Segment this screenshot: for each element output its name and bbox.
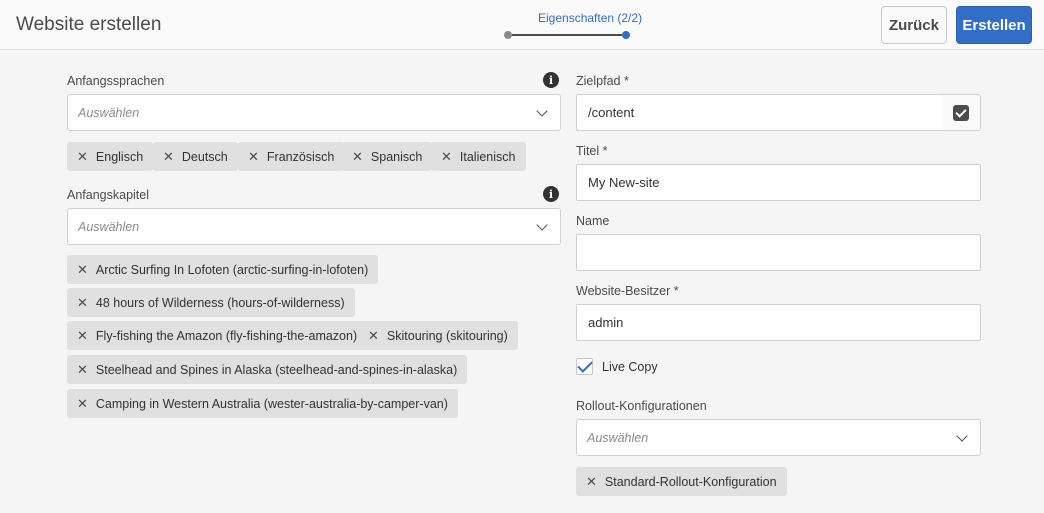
close-icon[interactable]: ✕ [441, 150, 452, 163]
page-title: Website erstellen [16, 14, 162, 35]
rollout-tag: ✕ Standard-Rollout-Konfiguration [576, 467, 787, 496]
rollout-label: Rollout-Konfigurationen [576, 399, 707, 413]
checkbox-icon [953, 104, 969, 121]
language-tag: ✕ Deutsch [153, 142, 238, 171]
chapters-label: Anfangskapitel [67, 188, 150, 202]
chapter-tag-label: Skitouring (skitouring) [386, 328, 508, 343]
rollout-tag-label: Standard-Rollout-Konfiguration [604, 474, 777, 489]
step-label: Eigenschaften (2/2) [538, 11, 643, 25]
language-tag: ✕ Englisch [67, 142, 154, 171]
language-tag-label: Französisch [266, 149, 335, 164]
chapters-select[interactable]: Auswählen [67, 208, 561, 245]
owner-field[interactable]: admin [576, 304, 981, 341]
close-icon[interactable]: ✕ [77, 150, 88, 163]
chapter-tag-label: 48 hours of Wilderness (hours-of-wildern… [95, 295, 345, 310]
language-tag-label: Italienisch [459, 149, 516, 164]
chapter-tag: ✕ Camping in Western Australia (wester-a… [67, 389, 458, 418]
wizard-stepper: Eigenschaften (2/2) [500, 8, 643, 44]
target-path-field[interactable]: /content [576, 94, 943, 131]
live-copy-label[interactable]: Live Copy [602, 360, 658, 374]
close-icon[interactable]: ✕ [77, 329, 88, 342]
language-tag-label: Englisch [95, 149, 144, 164]
step-progress-line [512, 34, 622, 36]
chevron-down-icon [536, 105, 548, 117]
language-tag: ✕ Italienisch [431, 142, 526, 171]
info-icon[interactable]: i [543, 186, 559, 202]
close-icon[interactable]: ✕ [586, 475, 597, 488]
chapter-tag: ✕ Skitouring (skitouring) [358, 321, 518, 350]
languages-select[interactable]: Auswählen [67, 94, 561, 131]
chapter-tag-label: Arctic Surfing In Lofoten (arctic-surfin… [95, 262, 369, 277]
create-button[interactable]: Erstellen [956, 6, 1032, 44]
chevron-down-icon [956, 430, 968, 442]
chapter-tag-label: Steelhead and Spines in Alaska (steelhea… [95, 362, 458, 377]
chapter-tag: ✕ Steelhead and Spines in Alaska (steelh… [67, 355, 468, 384]
chevron-down-icon [536, 219, 548, 231]
language-tag-label: Deutsch [181, 149, 228, 164]
name-label: Name [576, 214, 610, 228]
languages-label: Anfangssprachen [67, 74, 165, 88]
close-icon[interactable]: ✕ [163, 150, 174, 163]
chapter-tag: ✕ 48 hours of Wilderness (hours-of-wilde… [67, 288, 355, 317]
title-label: Titel * [576, 144, 608, 158]
step-2-dot[interactable] [622, 31, 630, 39]
languages-select-placeholder: Auswählen [78, 106, 140, 120]
header-bar: Website erstellen Eigenschaften (2/2) Zu… [0, 0, 1044, 50]
language-tag-label: Spanisch [370, 149, 423, 164]
close-icon[interactable]: ✕ [77, 363, 88, 376]
rollout-select-placeholder: Auswählen [587, 431, 649, 445]
close-icon[interactable]: ✕ [368, 329, 379, 342]
live-copy-checkbox[interactable] [576, 358, 593, 375]
language-tag: ✕ Spanisch [342, 142, 433, 171]
close-icon[interactable]: ✕ [77, 296, 88, 309]
target-path-label: Zielpfad * [576, 74, 629, 88]
chapters-select-placeholder: Auswählen [78, 220, 140, 234]
close-icon[interactable]: ✕ [77, 397, 88, 410]
title-field[interactable]: My New-site [576, 164, 981, 201]
name-field[interactable] [576, 234, 981, 271]
owner-label: Website-Besitzer * [576, 284, 679, 298]
back-button[interactable]: Zurück [881, 6, 947, 44]
rollout-select[interactable]: Auswählen [576, 419, 981, 456]
path-browser-button[interactable] [942, 94, 981, 131]
language-tag: ✕ Französisch [238, 142, 345, 171]
step-1-dot[interactable] [504, 31, 512, 39]
chapter-tag: ✕ Arctic Surfing In Lofoten (arctic-surf… [67, 255, 379, 284]
chapter-tag: ✕ Fly-fishing the Amazon (fly-fishing-th… [67, 321, 368, 350]
close-icon[interactable]: ✕ [248, 150, 259, 163]
chapter-tag-label: Fly-fishing the Amazon (fly-fishing-the-… [95, 328, 358, 343]
close-icon[interactable]: ✕ [77, 263, 88, 276]
close-icon[interactable]: ✕ [352, 150, 363, 163]
info-icon[interactable]: i [543, 72, 559, 88]
chapter-tag-label: Camping in Western Australia (wester-aus… [95, 396, 448, 411]
